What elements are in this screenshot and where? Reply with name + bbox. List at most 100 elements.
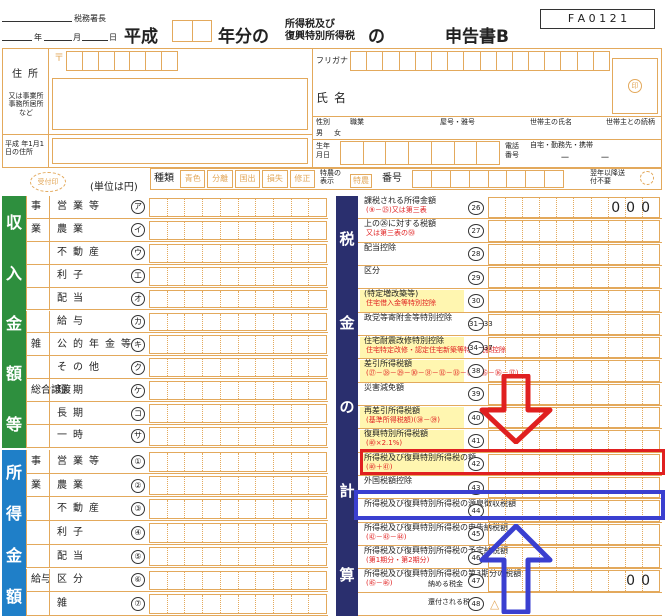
income-label: 長期 bbox=[57, 407, 89, 419]
birthdate-label: 生年月日 bbox=[316, 142, 330, 160]
tax-row-sublabel: (㊷－㊸－㊹) bbox=[366, 532, 407, 541]
income-amount-input[interactable] bbox=[149, 381, 327, 401]
date-day-label: 日 bbox=[109, 33, 117, 42]
shotoku-row: 事 営業等 ① bbox=[26, 450, 328, 474]
date-month-label: 月 bbox=[73, 33, 81, 42]
kind-blue[interactable]: 青色 bbox=[180, 170, 206, 188]
income-amount-input[interactable] bbox=[149, 243, 327, 263]
income-label: 公的年金等 bbox=[57, 338, 137, 350]
income-label: 農業 bbox=[57, 224, 89, 236]
income-amount-input[interactable] bbox=[149, 404, 327, 423]
gender-male[interactable]: 男 bbox=[316, 130, 323, 137]
tax-row-amount-input[interactable] bbox=[488, 243, 660, 265]
shotoku-mark-icon: ④ bbox=[131, 525, 145, 540]
income-amount-input[interactable] bbox=[149, 289, 327, 309]
next-year-check[interactable] bbox=[640, 171, 654, 185]
income-row: 一時 サ bbox=[26, 425, 328, 448]
shotoku-amount-input[interactable] bbox=[149, 499, 327, 520]
form-title: 申告書B bbox=[445, 27, 509, 47]
birthdate-input[interactable] bbox=[340, 141, 500, 165]
income-amount-input[interactable] bbox=[149, 427, 327, 446]
tax-row-amount-input[interactable] bbox=[488, 313, 660, 335]
tax-row-number-icon: 34~37 bbox=[468, 340, 493, 355]
income-row: 不動産 ウ bbox=[26, 241, 328, 265]
tax-row: 配当控除 28 bbox=[358, 243, 662, 266]
income-label: 不動産 bbox=[57, 247, 105, 259]
postal-code-input[interactable] bbox=[66, 51, 178, 71]
tax-row-number-icon: 30 bbox=[468, 293, 484, 308]
tax-row-label: 差引所得税額 bbox=[364, 359, 412, 369]
name-input[interactable] bbox=[350, 76, 610, 116]
income-amount-input[interactable] bbox=[149, 220, 327, 240]
furigana-input[interactable] bbox=[350, 51, 610, 71]
shotoku-amount-input[interactable] bbox=[149, 475, 327, 496]
shotoku-amount-input[interactable] bbox=[149, 570, 327, 591]
income-mark-icon: イ bbox=[131, 223, 145, 238]
income-row: 配当 オ bbox=[26, 287, 328, 311]
highlight-blue-box bbox=[354, 490, 665, 520]
tax-row-amount-input[interactable] bbox=[488, 290, 660, 312]
income-amount-input[interactable] bbox=[149, 312, 327, 332]
tax-row: 上の㉖に対する税額 又は第三表の㊿ 27 bbox=[358, 219, 662, 243]
shotoku-mark-icon: ⑤ bbox=[131, 549, 145, 564]
era-label: 平成 bbox=[124, 27, 158, 47]
income-amount-input[interactable] bbox=[149, 335, 327, 355]
year-input[interactable] bbox=[172, 20, 212, 42]
tax-row-sublabel: 又は第三表の㊿ bbox=[366, 229, 415, 238]
shotoku-mark-icon: ② bbox=[131, 478, 145, 493]
income-mark-icon: エ bbox=[131, 269, 145, 284]
tax-row: 区分 29 bbox=[358, 266, 662, 290]
income-mark-icon: ウ bbox=[131, 246, 145, 261]
kind-label: 種類 bbox=[154, 173, 174, 184]
highlight-red-box bbox=[360, 449, 665, 475]
kind-national[interactable]: 国出 bbox=[234, 170, 261, 188]
kind-amend[interactable]: 修正 bbox=[289, 170, 316, 188]
shotoku-label: 農業 bbox=[57, 479, 89, 491]
kind-separate[interactable]: 分離 bbox=[207, 170, 233, 188]
income-row: 利子 エ bbox=[26, 264, 328, 288]
income-label: 一時 bbox=[57, 430, 89, 442]
tax-row-amount-input[interactable] bbox=[488, 337, 660, 359]
form-code: F A 0 1 2 1 bbox=[540, 9, 655, 29]
special-value[interactable]: 特農 bbox=[350, 174, 372, 188]
income-group: 雑 bbox=[31, 338, 41, 350]
tax-row-number-icon: 29 bbox=[468, 270, 484, 285]
shotoku-mark-icon: ⑦ bbox=[131, 597, 145, 612]
shotoku-amount-input[interactable] bbox=[149, 594, 327, 614]
tax-row-amount-input[interactable] bbox=[488, 220, 660, 242]
income-amount-input[interactable] bbox=[149, 198, 327, 217]
shotoku-section-label: 所 得 金 額 bbox=[2, 450, 26, 616]
tax-row-amount-input[interactable] bbox=[488, 267, 660, 289]
income-row: 業 農業 イ bbox=[26, 218, 328, 242]
tax-name-line2: 復興特別所得税 bbox=[285, 31, 355, 42]
name-label: 氏名 bbox=[316, 91, 353, 105]
income-mark-icon: オ bbox=[131, 292, 145, 307]
tax-row-label: 住宅耐震改修特別控除 bbox=[364, 336, 444, 345]
tax-calc-section-label: 税 金 の 計 算 bbox=[336, 196, 358, 616]
shotoku-row: 業 農業 ② bbox=[26, 473, 328, 498]
number-label: 番号 bbox=[382, 173, 402, 184]
gender-female[interactable]: 女 bbox=[334, 130, 341, 137]
income-amount-input[interactable] bbox=[149, 358, 327, 378]
phone-input[interactable]: － － bbox=[560, 154, 610, 164]
jan1-address-input[interactable] bbox=[52, 138, 308, 164]
income-mark-icon: ク bbox=[131, 360, 145, 375]
occupation-label: 職業 bbox=[350, 118, 364, 126]
income-amount-input[interactable] bbox=[149, 266, 327, 286]
kind-loss[interactable]: 損失 bbox=[262, 170, 288, 188]
shotoku-amount-input[interactable] bbox=[149, 523, 327, 543]
income-mark-icon: サ bbox=[131, 429, 145, 444]
address-input[interactable] bbox=[52, 78, 308, 130]
income-row: 雑 公的年金等キ bbox=[26, 333, 328, 357]
income-row: 事 営業等 ア bbox=[26, 196, 328, 219]
shotoku-amount-input[interactable] bbox=[149, 546, 327, 567]
tax-row-sublabel: (㊵×2.1%) bbox=[366, 439, 403, 448]
tax-row-number-icon: 31~33 bbox=[468, 317, 493, 332]
shotoku-amount-input[interactable] bbox=[149, 452, 327, 472]
tax-row-label: (特定増改築等) bbox=[364, 289, 419, 299]
number-input[interactable] bbox=[412, 170, 564, 188]
income-label: 営業等 bbox=[57, 201, 105, 213]
tax-row-label: 復興特別所得税額 bbox=[364, 429, 428, 439]
shotoku-group: 業 bbox=[31, 479, 41, 491]
shotoku-label: 営業等 bbox=[57, 455, 105, 467]
